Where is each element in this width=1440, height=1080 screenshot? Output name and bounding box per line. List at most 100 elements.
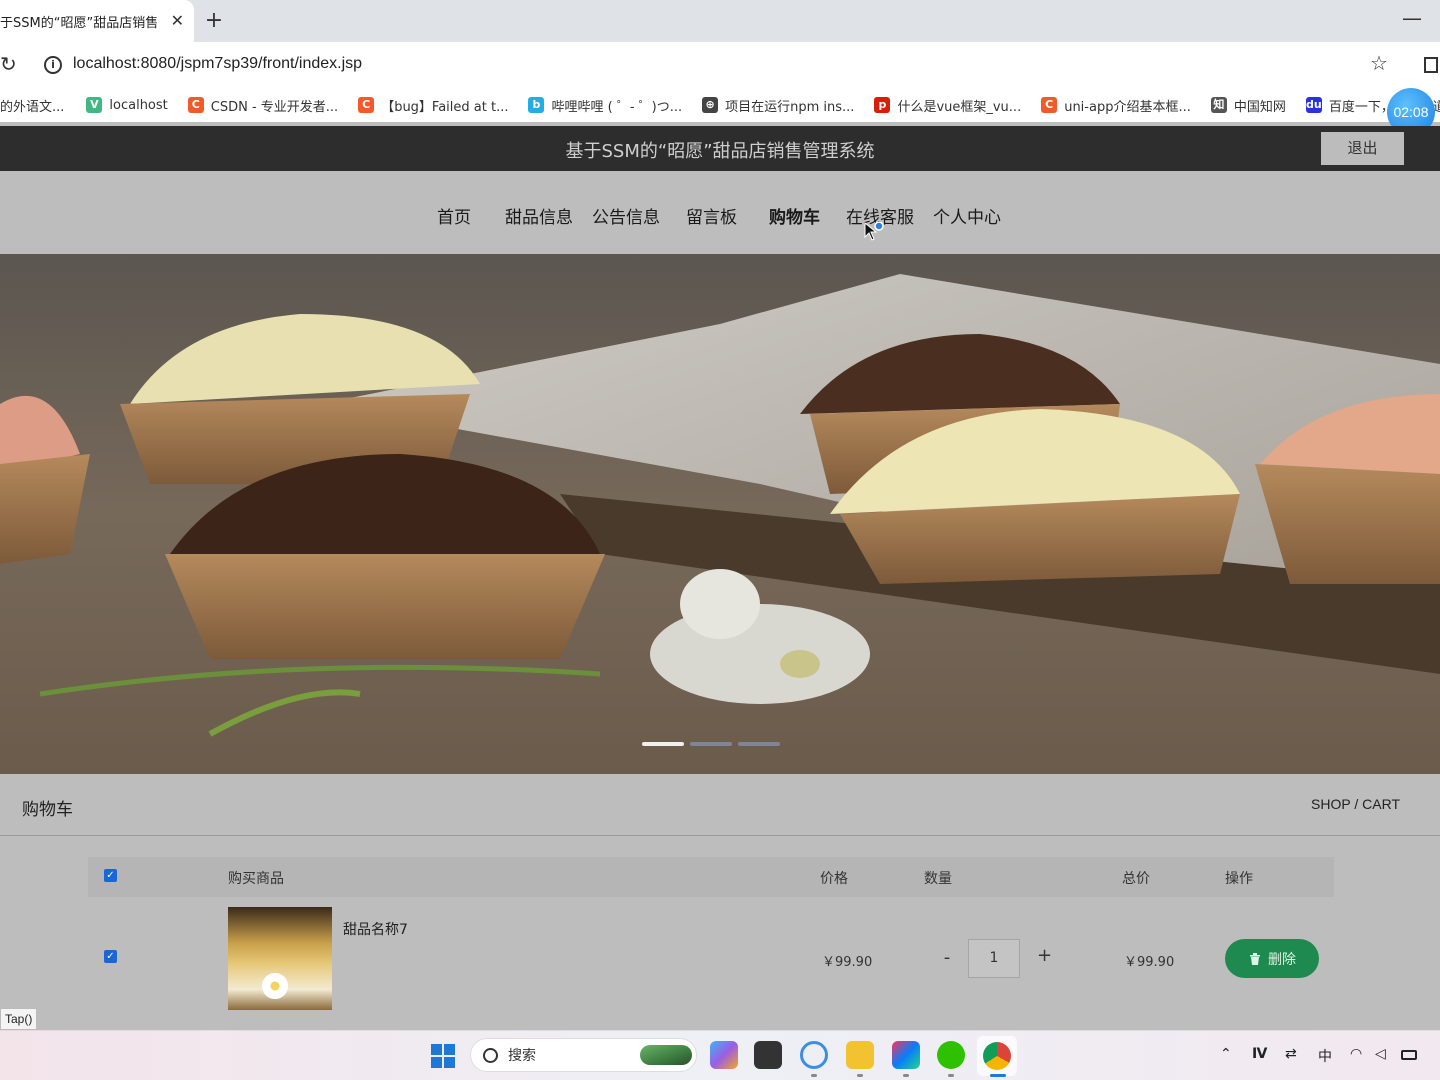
nav-item-cart[interactable]: 购物车 — [769, 203, 820, 228]
nav-item-home[interactable]: 首页 — [437, 203, 471, 228]
address-bar: ↻ i localhost:8080/jspm7sp39/front/index… — [0, 42, 1440, 88]
search-icon — [483, 1047, 498, 1063]
bookmark-item[interactable]: p 什么是vue框架_vu... — [874, 96, 1021, 115]
nav-item-desserts[interactable]: 甜品信息 — [505, 203, 573, 228]
bookmark-item[interactable]: b 哔哩哔哩 ( ゜- ゜)つ... — [528, 96, 682, 115]
volume-icon[interactable]: ◁ — [1375, 1046, 1386, 1062]
window-minimize-button[interactable]: — — [1402, 6, 1422, 30]
bookmark-favicon-icon: b — [528, 97, 545, 113]
cart-subtitle: SHOP / CART — [1311, 796, 1400, 812]
bookmark-item[interactable]: C CSDN - 专业开发者... — [187, 96, 339, 115]
app-running-indicator — [948, 1074, 954, 1077]
bookmark-label: 中国知网 — [1233, 99, 1286, 115]
banner-dot[interactable] — [690, 742, 732, 746]
bookmark-favicon-icon: du — [1305, 97, 1322, 113]
bookmark-item[interactable]: C 【bug】Failed at t... — [358, 96, 508, 115]
cart-section-header: 购物车 SHOP / CART — [0, 774, 1440, 836]
nav-item-notices[interactable]: 公告信息 — [592, 203, 660, 228]
bookmark-item[interactable]: 的外语文... — [0, 96, 64, 115]
bookmark-favicon-icon: C — [1041, 97, 1058, 113]
chevron-up-icon[interactable]: ⌃ — [1220, 1046, 1232, 1062]
bookmark-item[interactable]: 知中国知网 — [1210, 96, 1286, 115]
browser-tab[interactable]: 于SSM的“昭愿”甜品店销售管 ✕ — [0, 0, 194, 42]
ime-indicator[interactable]: 中 — [1318, 1046, 1332, 1066]
browser-app-icon[interactable] — [800, 1041, 828, 1069]
performance-icon[interactable]: Ⅳ — [1252, 1046, 1267, 1062]
status-tooltip: Tap() — [0, 1008, 38, 1030]
site-info-icon[interactable]: i — [44, 56, 62, 74]
copilot-app-icon[interactable] — [710, 1041, 738, 1069]
mouse-cursor-icon — [864, 222, 884, 241]
decrease-quantity-button[interactable]: - — [940, 947, 954, 968]
product-price: ￥99.90 — [822, 955, 873, 970]
bookmark-item[interactable]: Vlocalhost — [86, 97, 168, 113]
bookmark-favicon-icon: V — [86, 97, 103, 113]
product-total: ￥99.90 — [1124, 955, 1175, 970]
tab-title: 于SSM的“昭愿”甜品店销售管 — [0, 15, 158, 31]
nav-item-messages[interactable]: 留言板 — [686, 203, 737, 228]
select-all-checkbox[interactable]: ✓ — [104, 869, 117, 882]
header-quantity: 数量 — [924, 871, 952, 887]
url-field[interactable]: localhost:8080/jspm7sp39/front/index.jsp — [73, 55, 362, 73]
bookmark-favicon-icon: C — [358, 97, 375, 113]
new-tab-button[interactable]: + — [203, 8, 225, 33]
main-nav: 首页 甜品信息 公告信息 留言板 购物车 在线客服 个人中心 — [0, 171, 1440, 254]
item-checkbox[interactable]: ✓ — [104, 950, 117, 963]
cart-row: ✓ 甜品名称7 ￥99.90 - 1 + ￥99.90 删除 — [88, 897, 1334, 1027]
increase-quantity-button[interactable]: + — [1037, 945, 1052, 966]
bookmark-favicon-icon: p — [874, 97, 891, 113]
bookmark-favicon-icon: C — [187, 97, 204, 113]
trash-icon — [1250, 952, 1260, 965]
chrome-app-icon[interactable] — [983, 1042, 1011, 1070]
header-action: 操作 — [1225, 871, 1253, 887]
app-running-indicator — [811, 1074, 817, 1077]
delete-label: 删除 — [1268, 951, 1296, 968]
cupcakes-image — [0, 254, 1440, 774]
search-placeholder: 搜索 — [508, 1048, 536, 1064]
site-header: 基于SSM的“昭愿”甜品店销售管理系统 退出 — [0, 126, 1440, 171]
windows-start-icon[interactable] — [431, 1044, 455, 1068]
header-total: 总价 — [1122, 871, 1150, 887]
app-running-indicator — [903, 1074, 909, 1077]
close-tab-icon[interactable]: ✕ — [171, 11, 184, 30]
terminal-app-icon[interactable] — [754, 1041, 782, 1069]
bookmark-favicon-icon: 知 — [1210, 97, 1227, 113]
cart-table-header: ✓ 购买商品 价格 数量 总价 操作 — [88, 857, 1334, 897]
hero-banner[interactable] — [0, 254, 1440, 774]
banner-dot[interactable] — [738, 742, 780, 746]
intellij-app-icon[interactable] — [892, 1041, 920, 1069]
nav-item-profile[interactable]: 个人中心 — [933, 203, 1001, 228]
product-name[interactable]: 甜品名称7 — [343, 919, 408, 939]
battery-icon[interactable] — [1401, 1050, 1417, 1060]
app-running-indicator — [857, 1074, 863, 1077]
bookmark-label: 【bug】Failed at t... — [381, 99, 509, 115]
wifi-icon[interactable]: ◠ — [1350, 1046, 1362, 1062]
bookmark-favicon-icon: ⊕ — [702, 97, 719, 113]
logout-button[interactable]: 退出 — [1321, 132, 1404, 165]
site-title: 基于SSM的“昭愿”甜品店销售管理系统 — [565, 141, 875, 162]
quantity-input[interactable]: 1 — [968, 939, 1020, 978]
side-panel-icon[interactable] — [1424, 57, 1438, 73]
bookmark-label: localhost — [109, 97, 168, 113]
bookmarks-bar: 的外语文... Vlocalhost C CSDN - 专业开发者... C 【bug】F… — [0, 88, 1440, 122]
bookmark-label: 哔哩哔哩 ( ゜- ゜)つ... — [551, 99, 683, 115]
reload-icon[interactable]: ↻ — [0, 52, 17, 76]
bookmark-star-icon[interactable]: ☆ — [1370, 51, 1388, 75]
network-switch-icon[interactable]: ⇄ — [1285, 1046, 1297, 1062]
delete-button[interactable]: 删除 — [1225, 939, 1319, 978]
app-active-indicator — [990, 1074, 1006, 1077]
cart-title: 购物车 — [22, 800, 73, 820]
banner-pagination — [642, 742, 780, 746]
bookmark-item[interactable]: ⊕ 项目在运行npm ins... — [702, 96, 854, 115]
windows-taskbar: 搜索 ⌃ Ⅳ ⇄ 中 ◠ ◁ — [0, 1030, 1440, 1080]
header-product: 购买商品 — [228, 871, 284, 887]
wechat-app-icon[interactable] — [937, 1041, 965, 1069]
bookmark-label: 什么是vue框架_vu... — [897, 99, 1022, 115]
bookmark-label: CSDN - 专业开发者... — [210, 99, 339, 115]
banner-dot[interactable] — [642, 742, 684, 746]
bookmark-item[interactable]: Cuni-app介绍基本框... — [1041, 96, 1191, 115]
taskbar-search[interactable]: 搜索 — [470, 1038, 697, 1072]
file-explorer-icon[interactable] — [846, 1041, 874, 1069]
product-image[interactable] — [228, 907, 332, 1010]
browser-tab-strip: 于SSM的“昭愿”甜品店销售管 ✕ + — — [0, 0, 1440, 42]
